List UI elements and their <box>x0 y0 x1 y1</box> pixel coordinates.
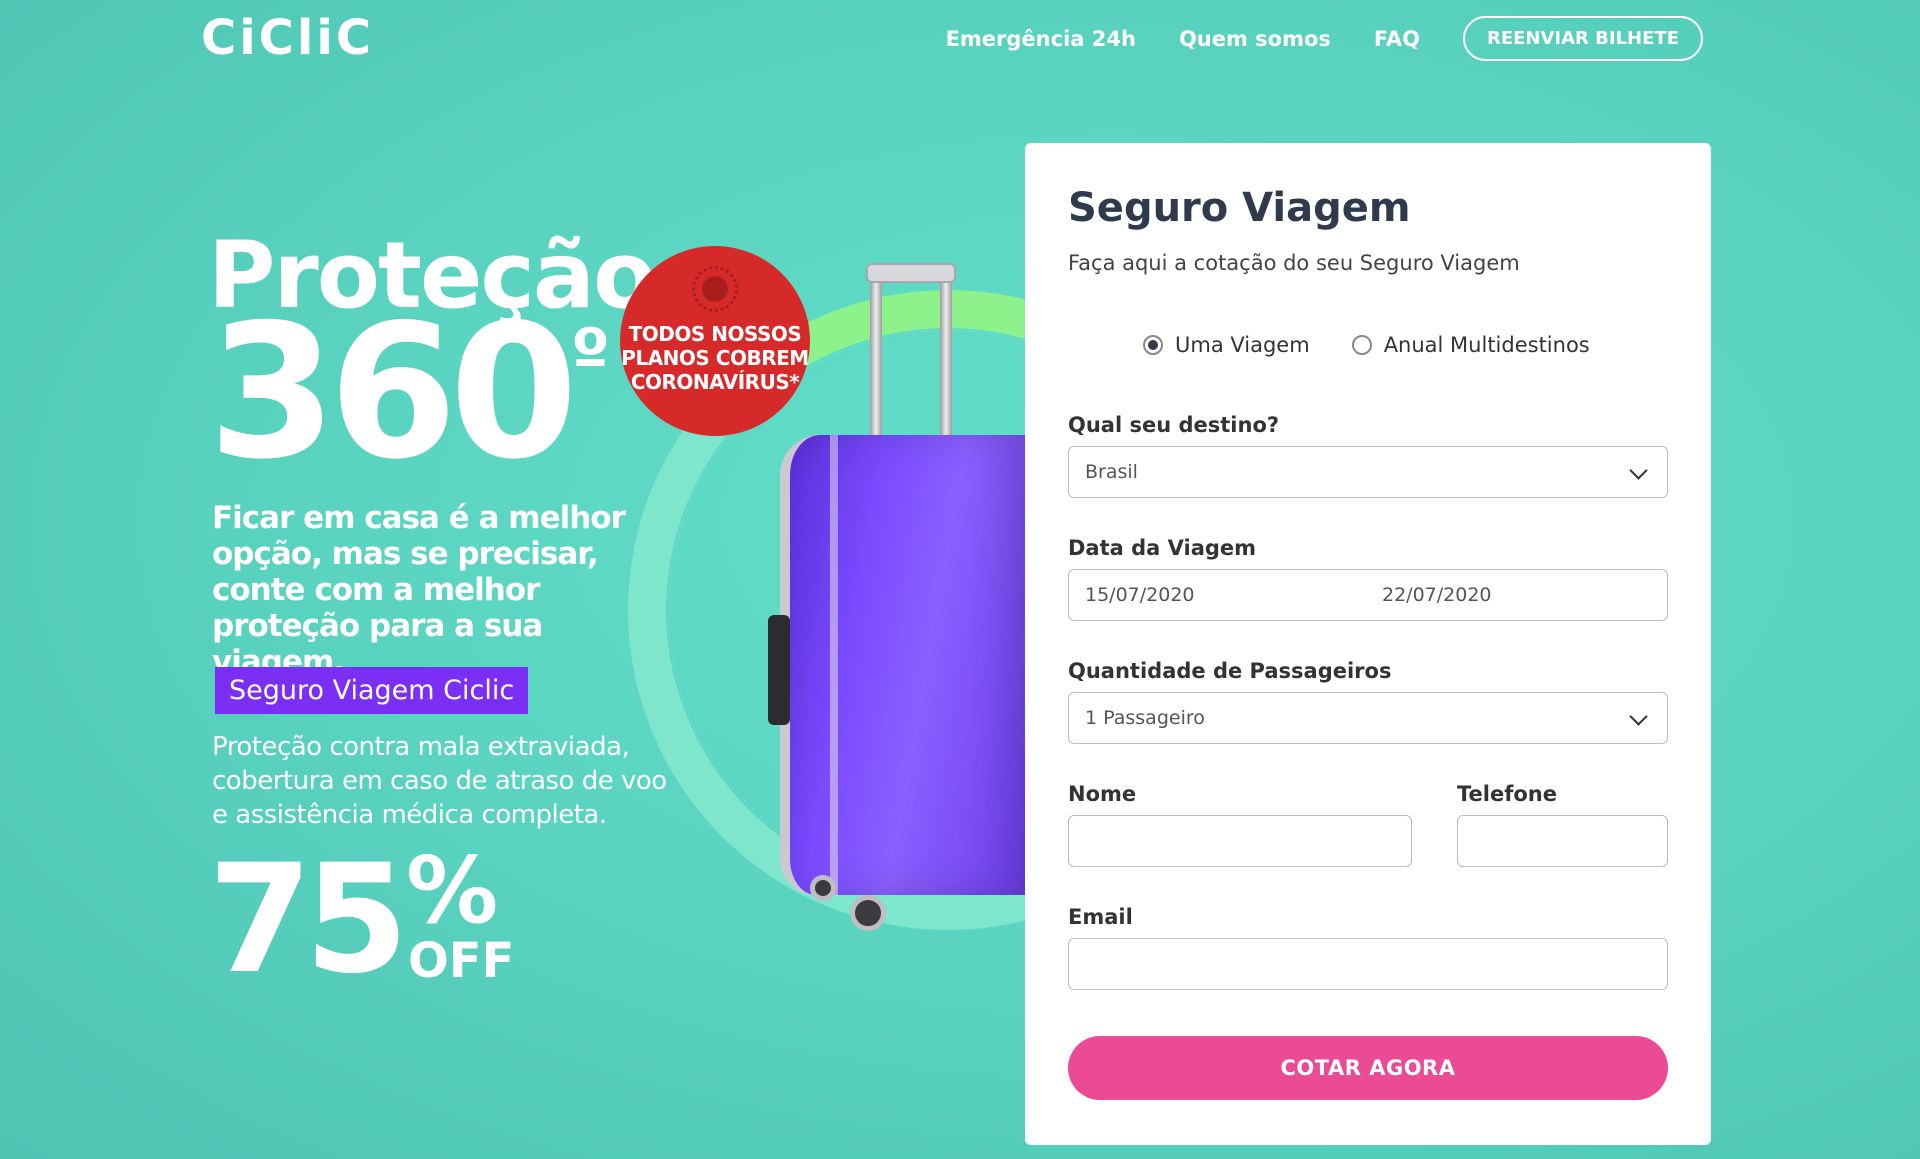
main-nav: Emergência 24h Quem somos FAQ REENVIAR B… <box>903 16 1703 61</box>
discount-percent: % <box>406 837 499 944</box>
hero-subtitle: Ficar em casa é a melhor opção, mas se p… <box>212 500 626 680</box>
suitcase-wheel <box>810 875 836 901</box>
radio-single-trip[interactable]: Uma Viagem <box>1143 333 1310 357</box>
form-lead: Faça aqui a cotação do seu Seguro Viagem <box>1068 251 1520 275</box>
get-quote-button[interactable]: COTAR AGORA <box>1068 1036 1668 1100</box>
nav-link-emergency[interactable]: Emergência 24h <box>946 27 1136 51</box>
suitcase-illustration <box>768 255 1030 955</box>
phone-label: Telefone <box>1457 782 1557 806</box>
passengers-select[interactable]: 1 Passageiro <box>1068 692 1668 744</box>
form-title: Seguro Viagem <box>1068 185 1411 231</box>
passengers-value: 1 Passageiro <box>1085 707 1205 729</box>
destination-value: Brasil <box>1085 461 1138 483</box>
email-label: Email <box>1068 905 1133 929</box>
trip-type-radio-group: Uma Viagem Anual Multidestinos <box>1143 333 1632 357</box>
suitcase-body <box>768 435 1030 895</box>
destination-label: Qual seu destino? <box>1068 413 1280 437</box>
discount-number: 75 <box>208 833 409 1007</box>
trip-date-label: Data da Viagem <box>1068 536 1257 560</box>
destination-select[interactable]: Brasil <box>1068 446 1668 498</box>
quote-form-card: Seguro Viagem Faça aqui a cotação do seu… <box>1025 143 1711 1145</box>
logo[interactable]: CiCliC <box>201 10 374 66</box>
radio-label: Uma Viagem <box>1175 333 1310 357</box>
discount-off: OFF <box>408 933 515 989</box>
end-date-field[interactable]: 22/07/2020 <box>1366 569 1668 621</box>
name-input[interactable] <box>1068 815 1412 867</box>
hero-360-number: 360 <box>208 284 578 500</box>
suitcase-handle <box>866 263 956 283</box>
resend-ticket-button[interactable]: REENVIAR BILHETE <box>1462 16 1703 61</box>
phone-input[interactable] <box>1457 815 1668 867</box>
hero-360: 360 º <box>208 300 610 485</box>
coronavirus-badge: TODOS NOSSOS PLANOS COBREM CORONAVÍRUS* <box>620 246 810 436</box>
start-date-field[interactable]: 15/07/2020 <box>1068 569 1367 621</box>
product-tag: Seguro Viagem Ciclic <box>215 667 529 714</box>
radio-checked-icon[interactable] <box>1143 335 1163 355</box>
passengers-label: Quantidade de Passageiros <box>1068 659 1392 683</box>
radio-unchecked-icon[interactable] <box>1351 335 1372 355</box>
coronavirus-badge-text: TODOS NOSSOS PLANOS COBREM CORONAVÍRUS* <box>621 322 809 394</box>
nav-link-about[interactable]: Quem somos <box>1179 27 1331 51</box>
end-date-value: 22/07/2020 <box>1382 584 1492 606</box>
email-input[interactable] <box>1068 938 1668 990</box>
suitcase-stripe <box>830 435 838 895</box>
nav-link-faq[interactable]: FAQ <box>1374 27 1420 51</box>
suitcase-grip <box>768 615 790 725</box>
start-date-value: 15/07/2020 <box>1085 584 1195 606</box>
name-label: Nome <box>1068 782 1137 806</box>
hero-description: Proteção contra mala extraviada, cobertu… <box>212 732 667 830</box>
degree-symbol: º <box>570 314 611 396</box>
radio-annual-multi[interactable]: Anual Multidestinos <box>1351 333 1590 357</box>
virus-icon <box>692 266 738 312</box>
discount-badge: 75 % OFF <box>208 845 514 996</box>
suitcase-wheel <box>850 895 886 931</box>
radio-label: Anual Multidestinos <box>1383 333 1590 357</box>
